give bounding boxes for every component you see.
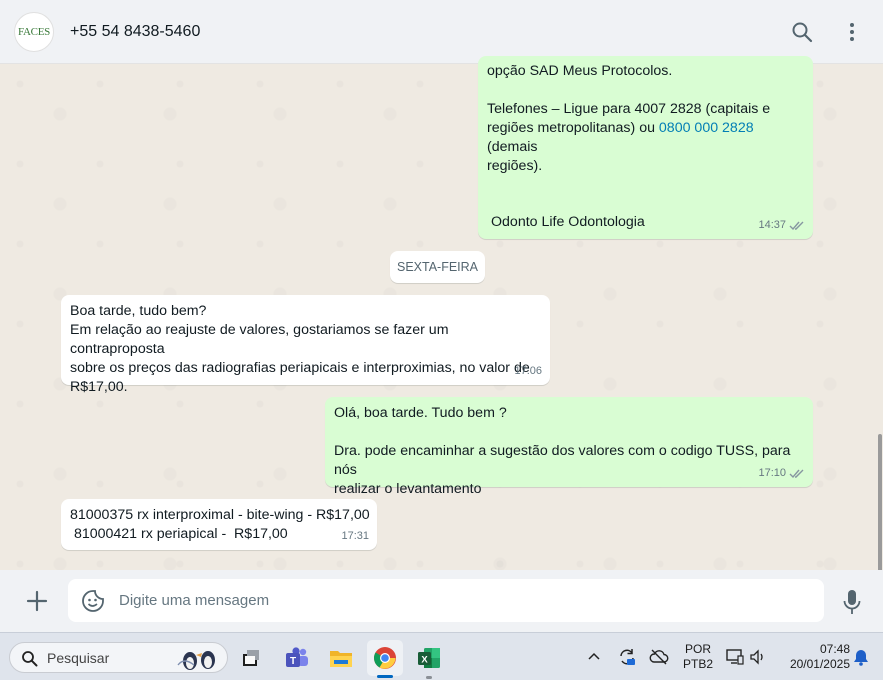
volume-icon[interactable] — [749, 648, 767, 666]
search-icon[interactable] — [790, 20, 814, 44]
microphone-icon[interactable] — [841, 588, 863, 616]
search-icon — [22, 651, 38, 667]
taskbar-search-placeholder: Pesquisar — [47, 650, 110, 666]
sticker-icon[interactable] — [80, 588, 106, 614]
incoming-message[interactable]: 81000375 rx interproximal - bite-wing - … — [61, 499, 377, 550]
double-check-icon — [789, 221, 804, 231]
chrome-button[interactable] — [367, 640, 403, 676]
day-separator: SEXTA-FEIRA — [390, 251, 485, 283]
keyboard-layout: PTB2 — [682, 657, 713, 671]
avatar-logo-text: FACES — [18, 26, 50, 38]
message-meta: 17:31 — [341, 527, 369, 546]
file-explorer-button[interactable] — [323, 640, 359, 676]
message-line: opção SAD Meus Protocolos. — [487, 63, 673, 79]
clock-time: 07:48 — [819, 642, 850, 656]
message-text: 81000375 rx interproximal - bite-wing - … — [70, 507, 370, 542]
message-time: 17:31 — [341, 530, 369, 542]
message-text: Boa tarde, tudo bem? Em relação ao reaju… — [70, 303, 530, 395]
chevron-up-icon[interactable] — [587, 651, 601, 661]
message-meta: 14:37 — [758, 216, 805, 235]
message-meta: 17:06 — [514, 362, 542, 381]
message-text: opção SAD Meus Protocolos. Telefones – L… — [487, 62, 807, 176]
kebab-menu-icon[interactable] — [840, 20, 864, 44]
sync-icon[interactable] — [617, 647, 637, 667]
message-input-placeholder: Digite uma mensagem — [119, 592, 270, 609]
language-code: POR — [684, 642, 711, 656]
language-indicator[interactable]: POR PTB2 — [680, 642, 716, 672]
file-explorer-icon — [330, 651, 352, 667]
contact-avatar[interactable]: FACES — [14, 12, 54, 52]
svg-text:X: X — [421, 655, 428, 666]
message-signature: Odonto Life Odontologia — [491, 214, 645, 230]
excel-icon: X — [418, 648, 440, 668]
plus-icon[interactable] — [24, 588, 50, 614]
active-app-indicator — [377, 675, 393, 678]
chrome-icon — [374, 647, 396, 669]
incoming-message[interactable]: Boa tarde, tudo bem? Em relação ao reaju… — [61, 295, 550, 395]
task-view-button[interactable] — [233, 640, 269, 676]
notification-bell-icon[interactable] — [853, 648, 869, 666]
open-app-indicator — [426, 676, 432, 679]
message-meta: 17:10 — [758, 464, 805, 483]
clock[interactable]: 07:48 20/01/2025 — [780, 642, 850, 672]
message-input[interactable]: Digite uma mensagem — [68, 579, 824, 622]
excel-button[interactable]: X — [411, 640, 447, 676]
taskbar-search[interactable]: Pesquisar — [9, 642, 228, 673]
windows-taskbar: Pesquisar T X POR PTB2 07:48 20/01/2025 — [0, 632, 883, 680]
task-view-icon — [243, 650, 259, 666]
contact-name[interactable]: +55 54 8438-5460 — [70, 23, 200, 41]
chat-scrollbar[interactable] — [878, 434, 882, 570]
double-check-icon — [789, 469, 804, 479]
phone-link[interactable]: 0800 000 2828 — [659, 120, 754, 136]
outgoing-message[interactable]: opção SAD Meus Protocolos. Telefones – L… — [478, 56, 813, 239]
penguins-illustration-icon — [177, 651, 215, 670]
message-composer: Digite uma mensagem — [0, 570, 883, 632]
message-time: 17:06 — [514, 365, 542, 377]
network-icon[interactable] — [725, 648, 745, 666]
message-text: Olá, boa tarde. Tudo bem ? Dra. pode enc… — [334, 405, 791, 497]
teams-icon: T — [286, 647, 308, 667]
cloud-offline-icon[interactable] — [649, 648, 669, 666]
message-time: 14:37 — [758, 219, 786, 231]
outgoing-message[interactable]: Olá, boa tarde. Tudo bem ? Dra. pode enc… — [325, 397, 813, 497]
message-time: 17:10 — [758, 467, 786, 479]
clock-date: 20/01/2025 — [789, 657, 850, 671]
chat-header: FACES +55 54 8438-5460 — [0, 0, 883, 64]
teams-button[interactable]: T — [279, 640, 315, 676]
svg-text:T: T — [290, 656, 296, 667]
